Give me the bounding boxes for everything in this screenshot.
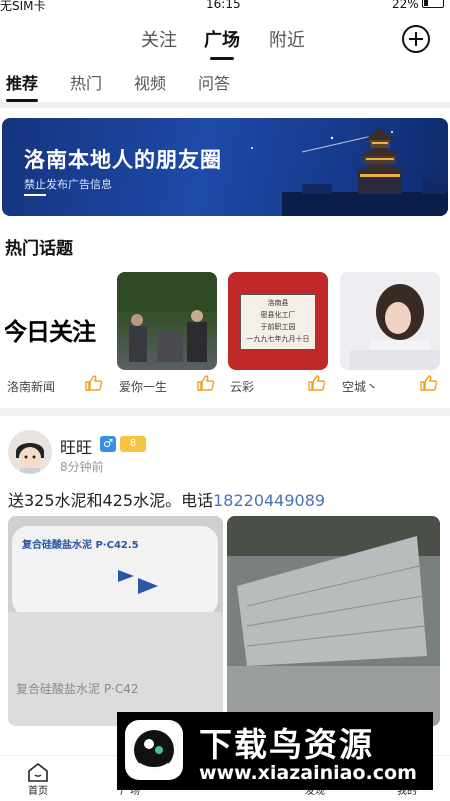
thumbs-up-icon[interactable] [85, 375, 103, 391]
watermark-url: www.xiazainiao.com [199, 762, 417, 784]
topic-card[interactable]: 爱你一生 [117, 272, 217, 394]
topic-card[interactable]: 空城丶 [340, 272, 440, 394]
watermark: 下载鸟资源 www.xiazainiao.com [117, 712, 433, 790]
divider [0, 408, 450, 416]
status-bar: 无SIM卡 16:15 22% [0, 0, 450, 14]
watermark-logo [125, 720, 183, 780]
banner-subtitle: 禁止发布广告信息 [24, 178, 112, 191]
post-time: 8分钟前 [60, 460, 104, 474]
topic-thumbnail: 今日关注 [5, 272, 105, 370]
thumbs-up-icon[interactable] [420, 375, 438, 391]
level-badge: 8 [120, 436, 146, 452]
home-icon [28, 762, 48, 782]
divider [0, 102, 450, 108]
post-username[interactable]: 旺旺 [60, 434, 92, 458]
bird-logo-icon [134, 730, 174, 770]
stacked-bags-photo [227, 516, 440, 726]
tab-nearby[interactable]: 附近 [269, 26, 305, 52]
post-image[interactable] [227, 516, 440, 726]
hot-topics-title: 热门话题 [5, 239, 73, 259]
subtab-qa[interactable]: 问答 [198, 70, 230, 94]
subtab-recommend[interactable]: 推荐 [6, 70, 39, 102]
bag-label: 复合硅酸盐水泥 P·C42.5 [22, 540, 139, 551]
tab-follow[interactable]: 关注 [141, 26, 177, 52]
woman-photo-illustration [350, 284, 440, 370]
topic-thumbnail: 洛南县 密县化工厂 于前职工园 一九九七年九月十日 [228, 272, 328, 370]
plaque-line: 洛南县 [267, 299, 289, 307]
post-image[interactable]: 复合硅酸盐水泥 P·C42.5 复合硅酸盐水泥 P·C42 [8, 516, 223, 726]
thumbs-up-icon[interactable] [308, 375, 326, 391]
post-body: 送325水泥和425水泥。电话 [8, 491, 214, 510]
nav-label: 首页 [28, 786, 48, 797]
people-photo-illustration [117, 272, 217, 362]
avatar-cartoon-icon [16, 443, 44, 474]
tab-square[interactable]: 广场 [204, 26, 240, 60]
status-time: 16:15 [206, 0, 241, 11]
thumbs-up-icon[interactable] [197, 375, 215, 391]
topic-name: 云彩 [230, 380, 255, 394]
plaque-line: 密县化工厂 [260, 311, 296, 319]
bag-label-bottom: 复合硅酸盐水泥 P·C42 [16, 682, 139, 696]
topic-name: 空城丶 [342, 380, 379, 394]
banner[interactable]: 洛南本地人的朋友圈 禁止发布广告信息 [2, 118, 448, 216]
watermark-title: 下载鸟资源 [199, 725, 374, 764]
plaque: 洛南县 密县化工厂 于前职工园 一九九七年九月十日 [240, 294, 316, 350]
phone-link[interactable]: 18220449089 [213, 491, 325, 510]
topic-card[interactable]: 今日关注 洛南新闻 [5, 272, 105, 394]
post-text: 送325水泥和425水泥。电话18220449089 [8, 487, 325, 511]
battery-percent: 22% [392, 0, 419, 11]
subtab-video[interactable]: 视频 [134, 70, 166, 94]
male-icon: ♂ [100, 436, 116, 452]
topic-name: 洛南新闻 [7, 380, 56, 394]
battery-icon [422, 0, 444, 8]
nav-home[interactable]: 首页 [13, 760, 63, 797]
topic-name: 爱你一生 [119, 380, 168, 394]
plaque-line: 于前职工园 [260, 323, 296, 331]
top-tabs: 关注 广场 附近 [0, 26, 450, 60]
plaque-line: 一九九七年九月十日 [246, 335, 310, 343]
topic-thumbnail [340, 272, 440, 370]
avatar[interactable] [8, 430, 52, 474]
carrier-label: 无SIM卡 [0, 0, 46, 13]
sub-tabs: 推荐 热门 视频 问答 [0, 70, 450, 102]
topic-thumbnail [117, 272, 217, 370]
banner-title: 洛南本地人的朋友圈 [24, 148, 222, 172]
topic-card[interactable]: 洛南县 密县化工厂 于前职工园 一九九七年九月十日 云彩 [228, 272, 328, 394]
banner-underline [24, 194, 46, 196]
topic-thumb-text: 今日关注 [5, 318, 96, 346]
subtab-hot[interactable]: 热门 [70, 70, 102, 94]
add-post-icon[interactable] [402, 25, 430, 53]
